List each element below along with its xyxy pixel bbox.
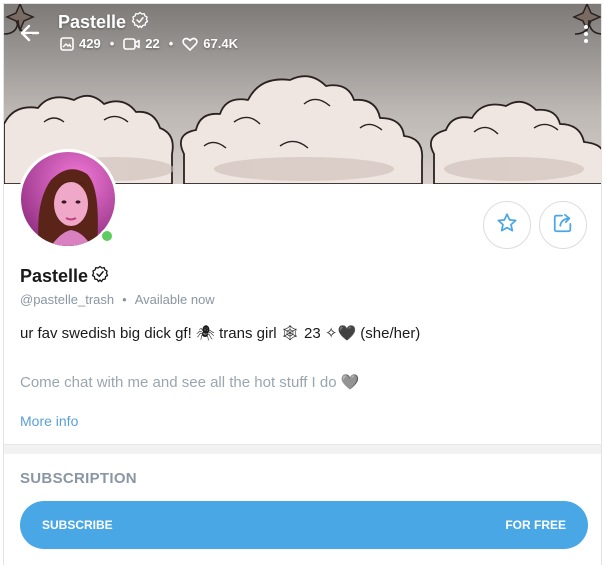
verified-icon: [131, 11, 149, 34]
verified-icon: [91, 265, 109, 288]
photos-count: 429: [79, 36, 101, 51]
photo-icon: [60, 36, 74, 51]
back-arrow-icon[interactable]: [18, 21, 42, 45]
bio-text-secondary: Come chat with me and see all the hot st…: [20, 374, 360, 391]
likes-stat: 67.4K: [182, 36, 238, 51]
more-vertical-icon[interactable]: [583, 24, 589, 44]
online-indicator: [100, 229, 114, 243]
share-button[interactable]: [539, 201, 587, 249]
header-title: Pastelle: [58, 11, 149, 34]
star-icon: [496, 212, 518, 239]
handle-separator: •: [122, 292, 127, 307]
profile-handle: @pastelle_trash: [20, 292, 115, 307]
heart-icon: [182, 37, 198, 51]
subscribe-price: FOR FREE: [505, 518, 566, 532]
subscription-heading: SUBSCRIPTION: [20, 470, 137, 487]
likes-count: 67.4K: [203, 36, 238, 51]
handle-row: @pastelle_trash • Available now: [20, 292, 215, 307]
stat-separator: •: [109, 36, 115, 51]
more-info-link[interactable]: More info: [20, 413, 78, 429]
photos-stat: 429: [60, 36, 101, 51]
videos-stat: 22: [123, 36, 160, 51]
favorite-button[interactable]: [483, 201, 531, 249]
header-stats: 429 • 22 • 67.4K: [60, 36, 238, 51]
videos-count: 22: [145, 36, 160, 51]
stat-separator: •: [168, 36, 174, 51]
share-icon: [552, 212, 574, 239]
bio-text: ur fav swedish big dick gf! 🕷 trans girl…: [20, 325, 421, 342]
subscribe-button[interactable]: SUBSCRIBE FOR FREE: [20, 501, 588, 549]
banner-header: Pastelle 429 • 22 • 67.4K: [4, 4, 601, 64]
avatar[interactable]: [18, 149, 118, 249]
profile-name-text: Pastelle: [20, 266, 89, 286]
header-title-text: Pastelle: [58, 12, 127, 32]
profile-page: Pastelle 429 • 22 • 67.4K Pastelle @past…: [3, 3, 602, 565]
availability-status: Available now: [134, 292, 215, 307]
section-divider: [4, 444, 601, 454]
profile-name: Pastelle: [20, 265, 109, 288]
subscribe-label: SUBSCRIBE: [42, 518, 113, 532]
video-icon: [123, 37, 141, 51]
